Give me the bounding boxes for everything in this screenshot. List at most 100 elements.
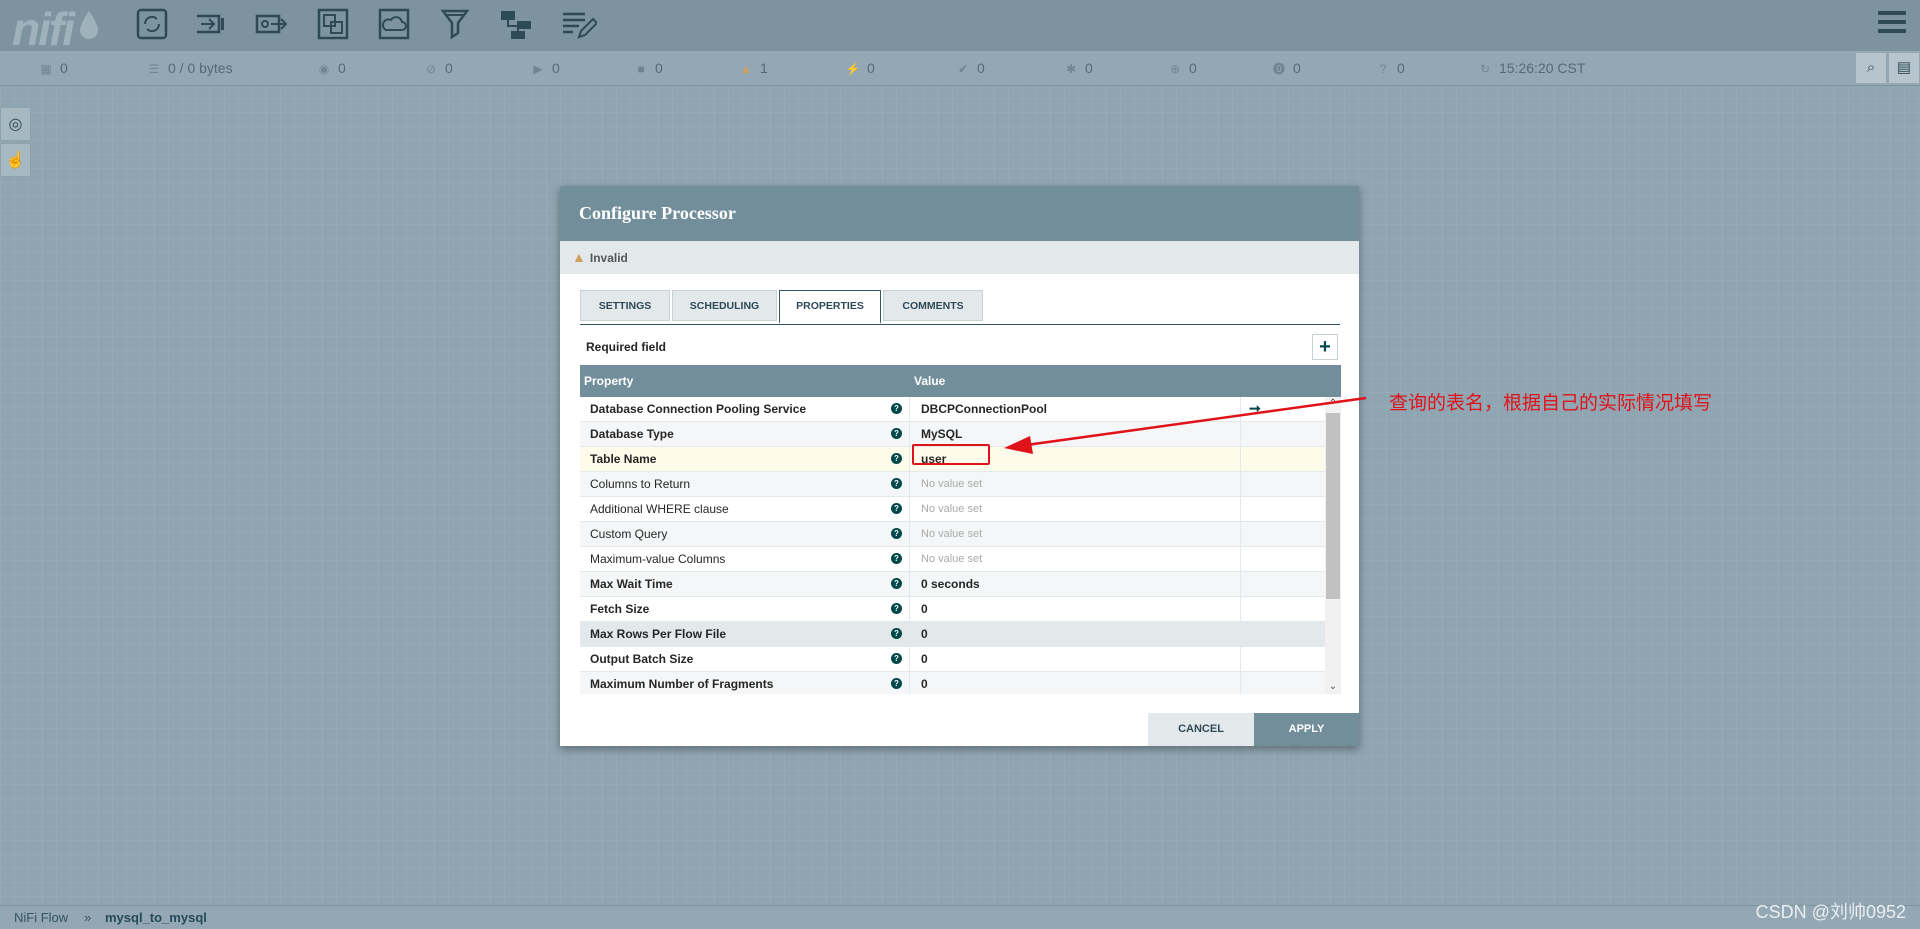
breadcrumb-separator: » <box>84 910 92 925</box>
value-column-header: Value <box>914 374 946 388</box>
help-icon[interactable]: ? <box>891 553 902 564</box>
column-divider <box>909 572 910 596</box>
processor-icon[interactable] <box>133 5 171 43</box>
help-icon[interactable]: ? <box>891 403 902 414</box>
template-icon[interactable] <box>497 5 535 43</box>
property-column-header: Property <box>584 374 634 388</box>
table-row[interactable]: Max Wait Time? 0 seconds <box>580 572 1325 597</box>
configure-processor-dialog: Configure Processor ▲ Invalid SETTINGS SC… <box>560 186 1359 746</box>
property-value[interactable]: 0 <box>921 647 928 671</box>
column-divider <box>909 522 910 546</box>
table-row[interactable]: Columns to Return? No value set <box>580 472 1325 497</box>
property-name: Output Batch Size <box>590 652 694 666</box>
tab-comments[interactable]: COMMENTS <box>883 290 983 321</box>
process-group-icon[interactable] <box>314 5 352 43</box>
input-port-icon[interactable] <box>193 5 231 43</box>
table-row[interactable]: Maximum-value Columns? No value set <box>580 547 1325 572</box>
warning-icon: ▲ <box>572 249 586 265</box>
column-divider <box>909 422 910 446</box>
scroll-down-icon[interactable]: ⌄ <box>1325 680 1341 694</box>
table-row[interactable]: Max Rows Per Flow File? 0 <box>580 622 1325 647</box>
table-row[interactable]: Fetch Size? 0 <box>580 597 1325 622</box>
running-icon: ▶ <box>533 62 543 76</box>
status-transmitting: ◉ 0 <box>316 51 346 85</box>
up-to-date-icon: ✔ <box>957 62 969 76</box>
help-icon[interactable]: ? <box>891 653 902 664</box>
search-icon[interactable]: ⌕ <box>1856 53 1886 83</box>
help-icon[interactable]: ? <box>891 528 902 539</box>
property-name: Database Type <box>590 427 674 441</box>
column-divider <box>1240 597 1241 621</box>
output-port-icon[interactable] <box>253 5 291 43</box>
status-queued: ☰ 0 / 0 bytes <box>146 51 233 85</box>
property-value[interactable]: 0 <box>921 622 928 646</box>
tab-properties[interactable]: PROPERTIES <box>779 290 881 324</box>
table-row[interactable]: Output Batch Size? 0 <box>580 647 1325 672</box>
funnel-icon[interactable] <box>436 5 474 43</box>
cancel-button[interactable]: CANCEL <box>1148 713 1254 746</box>
property-value[interactable]: No value set <box>921 522 982 546</box>
help-icon[interactable]: ? <box>891 428 902 439</box>
table-row[interactable]: Custom Query? No value set <box>580 522 1325 547</box>
cluster-icon: ▦ <box>40 62 52 76</box>
go-to-service-icon[interactable]: ➞ <box>1249 397 1261 419</box>
refresh-status[interactable]: ↻ 15:26:20 CST <box>1477 51 1585 85</box>
tab-settings[interactable]: SETTINGS <box>580 290 670 321</box>
property-value[interactable]: No value set <box>921 547 982 571</box>
table-row[interactable]: Database Connection Pooling Service? DBCP… <box>580 397 1325 422</box>
column-divider <box>909 622 910 646</box>
help-icon[interactable]: ? <box>891 678 902 689</box>
help-icon[interactable]: ? <box>891 578 902 589</box>
property-value[interactable]: 0 <box>921 672 928 694</box>
help-icon[interactable]: ? <box>891 503 902 514</box>
status-locally-modified: ✱ 0 <box>1063 51 1093 85</box>
breadcrumb-current[interactable]: mysql_to_mysql <box>105 906 207 929</box>
label-icon[interactable] <box>559 5 599 43</box>
remote-process-group-icon[interactable] <box>375 5 413 43</box>
table-row[interactable]: Maximum Number of Fragments? 0 <box>580 672 1325 694</box>
flow-status-bar: ▦ 0 ☰ 0 / 0 bytes ◉ 0 ⊘ 0 ▶ 0 ■ 0 ▲ 1 ⚡ 0 ✔ 0 ✱ 0 … <box>0 51 1920 86</box>
add-property-button[interactable]: + <box>1312 334 1338 360</box>
property-value[interactable]: No value set <box>921 497 982 521</box>
refresh-icon[interactable]: ↻ <box>1477 52 1493 86</box>
queue-icon: ☰ <box>148 62 160 76</box>
scroll-up-icon[interactable]: ⌃ <box>1325 397 1341 411</box>
help-icon[interactable]: ? <box>891 453 902 464</box>
table-header: Property Value <box>580 365 1341 397</box>
navigate-icon[interactable]: ◎ <box>0 107 31 141</box>
apply-button[interactable]: APPLY <box>1254 713 1359 746</box>
property-value[interactable]: No value set <box>921 472 982 496</box>
help-icon[interactable]: ? <box>891 628 902 639</box>
column-divider <box>1240 447 1241 471</box>
status-unknown: ? 0 <box>1375 51 1405 85</box>
dialog-title: Configure Processor <box>560 186 1359 241</box>
help-icon[interactable]: ? <box>891 478 902 489</box>
property-value[interactable]: 0 seconds <box>921 572 980 596</box>
required-field-label: Required field <box>586 340 667 354</box>
property-name: Table Name <box>590 452 657 466</box>
column-divider <box>1240 522 1241 546</box>
disabled-icon: ⚡ <box>845 62 861 76</box>
property-value[interactable]: 0 <box>921 597 928 621</box>
stopped-icon: ■ <box>637 62 645 76</box>
bulletin-board-icon[interactable]: ▤ <box>1889 53 1919 83</box>
top-toolbar: nifi <box>0 0 1920 55</box>
global-menu-icon[interactable] <box>1878 11 1906 37</box>
property-value[interactable]: DBCPConnectionPool <box>921 397 1047 421</box>
tab-scheduling[interactable]: SCHEDULING <box>672 290 777 321</box>
annotation-text: 查询的表名，根据自己的实际情况填写 <box>1389 393 1713 414</box>
table-scrollbar[interactable]: ⌃ ⌄ <box>1325 397 1341 694</box>
status-disabled: ⚡ 0 <box>845 51 875 85</box>
status-stopped: ■ 0 <box>633 51 662 85</box>
property-name: Maximum-value Columns <box>590 552 726 566</box>
help-icon[interactable]: ? <box>891 603 902 614</box>
operate-icon[interactable]: ☝ <box>0 143 31 177</box>
validation-status: ▲ Invalid <box>560 241 1359 274</box>
warning-icon: ▲ <box>740 62 752 76</box>
table-row[interactable]: Additional WHERE clause? No value set <box>580 497 1325 522</box>
breadcrumb-root[interactable]: NiFi Flow <box>14 906 68 929</box>
column-divider <box>1240 397 1241 421</box>
scrollbar-thumb[interactable] <box>1326 413 1340 599</box>
table-body: Database Connection Pooling Service? DBCP… <box>580 397 1325 694</box>
property-value[interactable]: MySQL <box>921 422 962 446</box>
